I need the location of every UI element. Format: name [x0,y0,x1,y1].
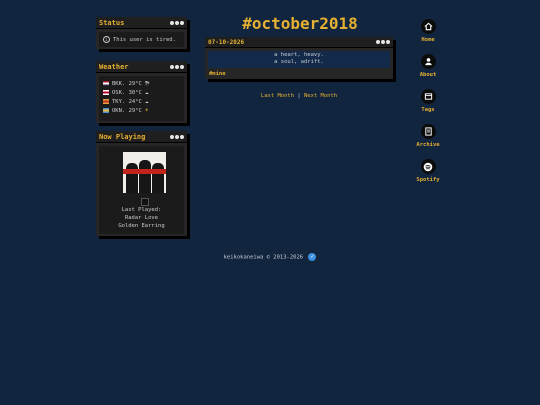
more-dots-icon[interactable] [170,64,184,69]
pager: Last Month | Next Month [205,93,393,99]
nav-archive[interactable]: Archive [410,124,446,148]
now-playing-title: Now Playing [99,132,146,141]
weather-temp: 29°C [128,80,142,87]
nav-tags[interactable]: Tags [410,89,446,113]
last-month-link[interactable]: Last Month [261,93,294,99]
post-body: a heart, heavy. a soul, adrift. [208,51,390,68]
weather-row: OSK. 30°C ☁ [103,88,180,97]
post-card: 07-10-2026 a heart, heavy. a soul, adrif… [205,37,393,79]
post-line: a heart, heavy. [274,52,324,58]
page-title: #october2018 [242,14,358,33]
rain-cloud-icon: ⛈ [144,79,150,87]
weather-city: OKN [112,107,122,114]
weather-row: OKN. 29°C ☀ [103,106,180,115]
weather-row: TKY. 24°C ☁ [103,97,180,106]
cloud-icon: ☁ [144,98,149,105]
status-widget: Status i This user is tired. [96,17,187,49]
next-month-link[interactable]: Next Month [304,93,337,99]
post-header: 07-10-2026 [205,37,393,48]
flag-icon [103,81,109,86]
status-text: This user is tired. [113,36,176,43]
flag-icon [103,90,109,95]
nav-spotify[interactable]: Spotify [410,159,446,183]
tags-icon [420,89,436,104]
footer: keikokaneiwa © 2013-2026 ✓ [200,253,340,261]
flag-icon [103,108,109,113]
verified-badge-icon: ✓ [308,253,317,261]
flag-icon [103,99,109,104]
song-title: Radar Love [124,215,159,221]
weather-title: Weather [99,62,129,71]
now-playing-header: Now Playing [96,131,187,143]
last-played-label: Last Played: [121,207,162,213]
weather-temp: 29°C [128,107,142,114]
nav-spotify-label: Spotify [416,177,440,183]
music-player-icon [141,198,149,206]
status-header: Status [96,17,187,29]
weather-body: BKK. 29°C ⛈ OSK. 30°C ☁ TKY. 24°C ☁ OKN.… [99,76,184,121]
weather-city: TKY [112,98,122,105]
nav-about-label: About [419,72,437,78]
spotify-icon [420,159,436,174]
more-dots-icon[interactable] [170,20,184,25]
cloud-icon: ☁ [144,89,149,96]
now-playing-body: Last Played: Radar Love Golden Earring [99,146,184,234]
nav-home-label: Home [421,37,435,43]
footer-text: keikokaneiwa © 2013-2026 [223,254,304,261]
archive-icon [420,124,436,139]
status-body: i This user is tired. [99,32,184,47]
now-playing-text: Last Played: Radar Love Golden Earring [99,206,184,230]
weather-header: Weather [96,61,187,73]
weather-city: BKK [112,80,122,87]
nav-tags-label: Tags [421,107,435,113]
album-cover[interactable] [123,152,166,193]
pager-separator: | [297,93,301,99]
weather-city: OSK [112,89,122,96]
post-line: a soul, adrift. [274,59,324,65]
post-date[interactable]: 07-10-2026 [208,39,244,46]
info-icon: i [103,36,110,43]
nav-archive-label: Archive [416,142,440,148]
artist-name: Golden Earring [118,223,165,229]
weather-row: BKK. 29°C ⛈ [103,79,180,88]
now-playing-widget: Now Playing Last Played: Radar Love Gold… [96,131,187,236]
home-icon [420,19,436,34]
weather-widget: Weather BKK. 29°C ⛈ OSK. 30°C ☁ TKY. 24°… [96,61,187,123]
post-tag[interactable]: #mine [209,71,393,77]
sun-icon: ☀ [144,107,149,114]
more-dots-icon[interactable] [170,134,184,139]
nav-about[interactable]: About [410,54,446,78]
weather-temp: 30°C [128,89,142,96]
nav-home[interactable]: Home [410,19,446,43]
more-dots-icon[interactable] [376,40,390,44]
status-title: Status [99,18,125,27]
user-icon [420,54,436,69]
weather-temp: 24°C [128,98,142,105]
